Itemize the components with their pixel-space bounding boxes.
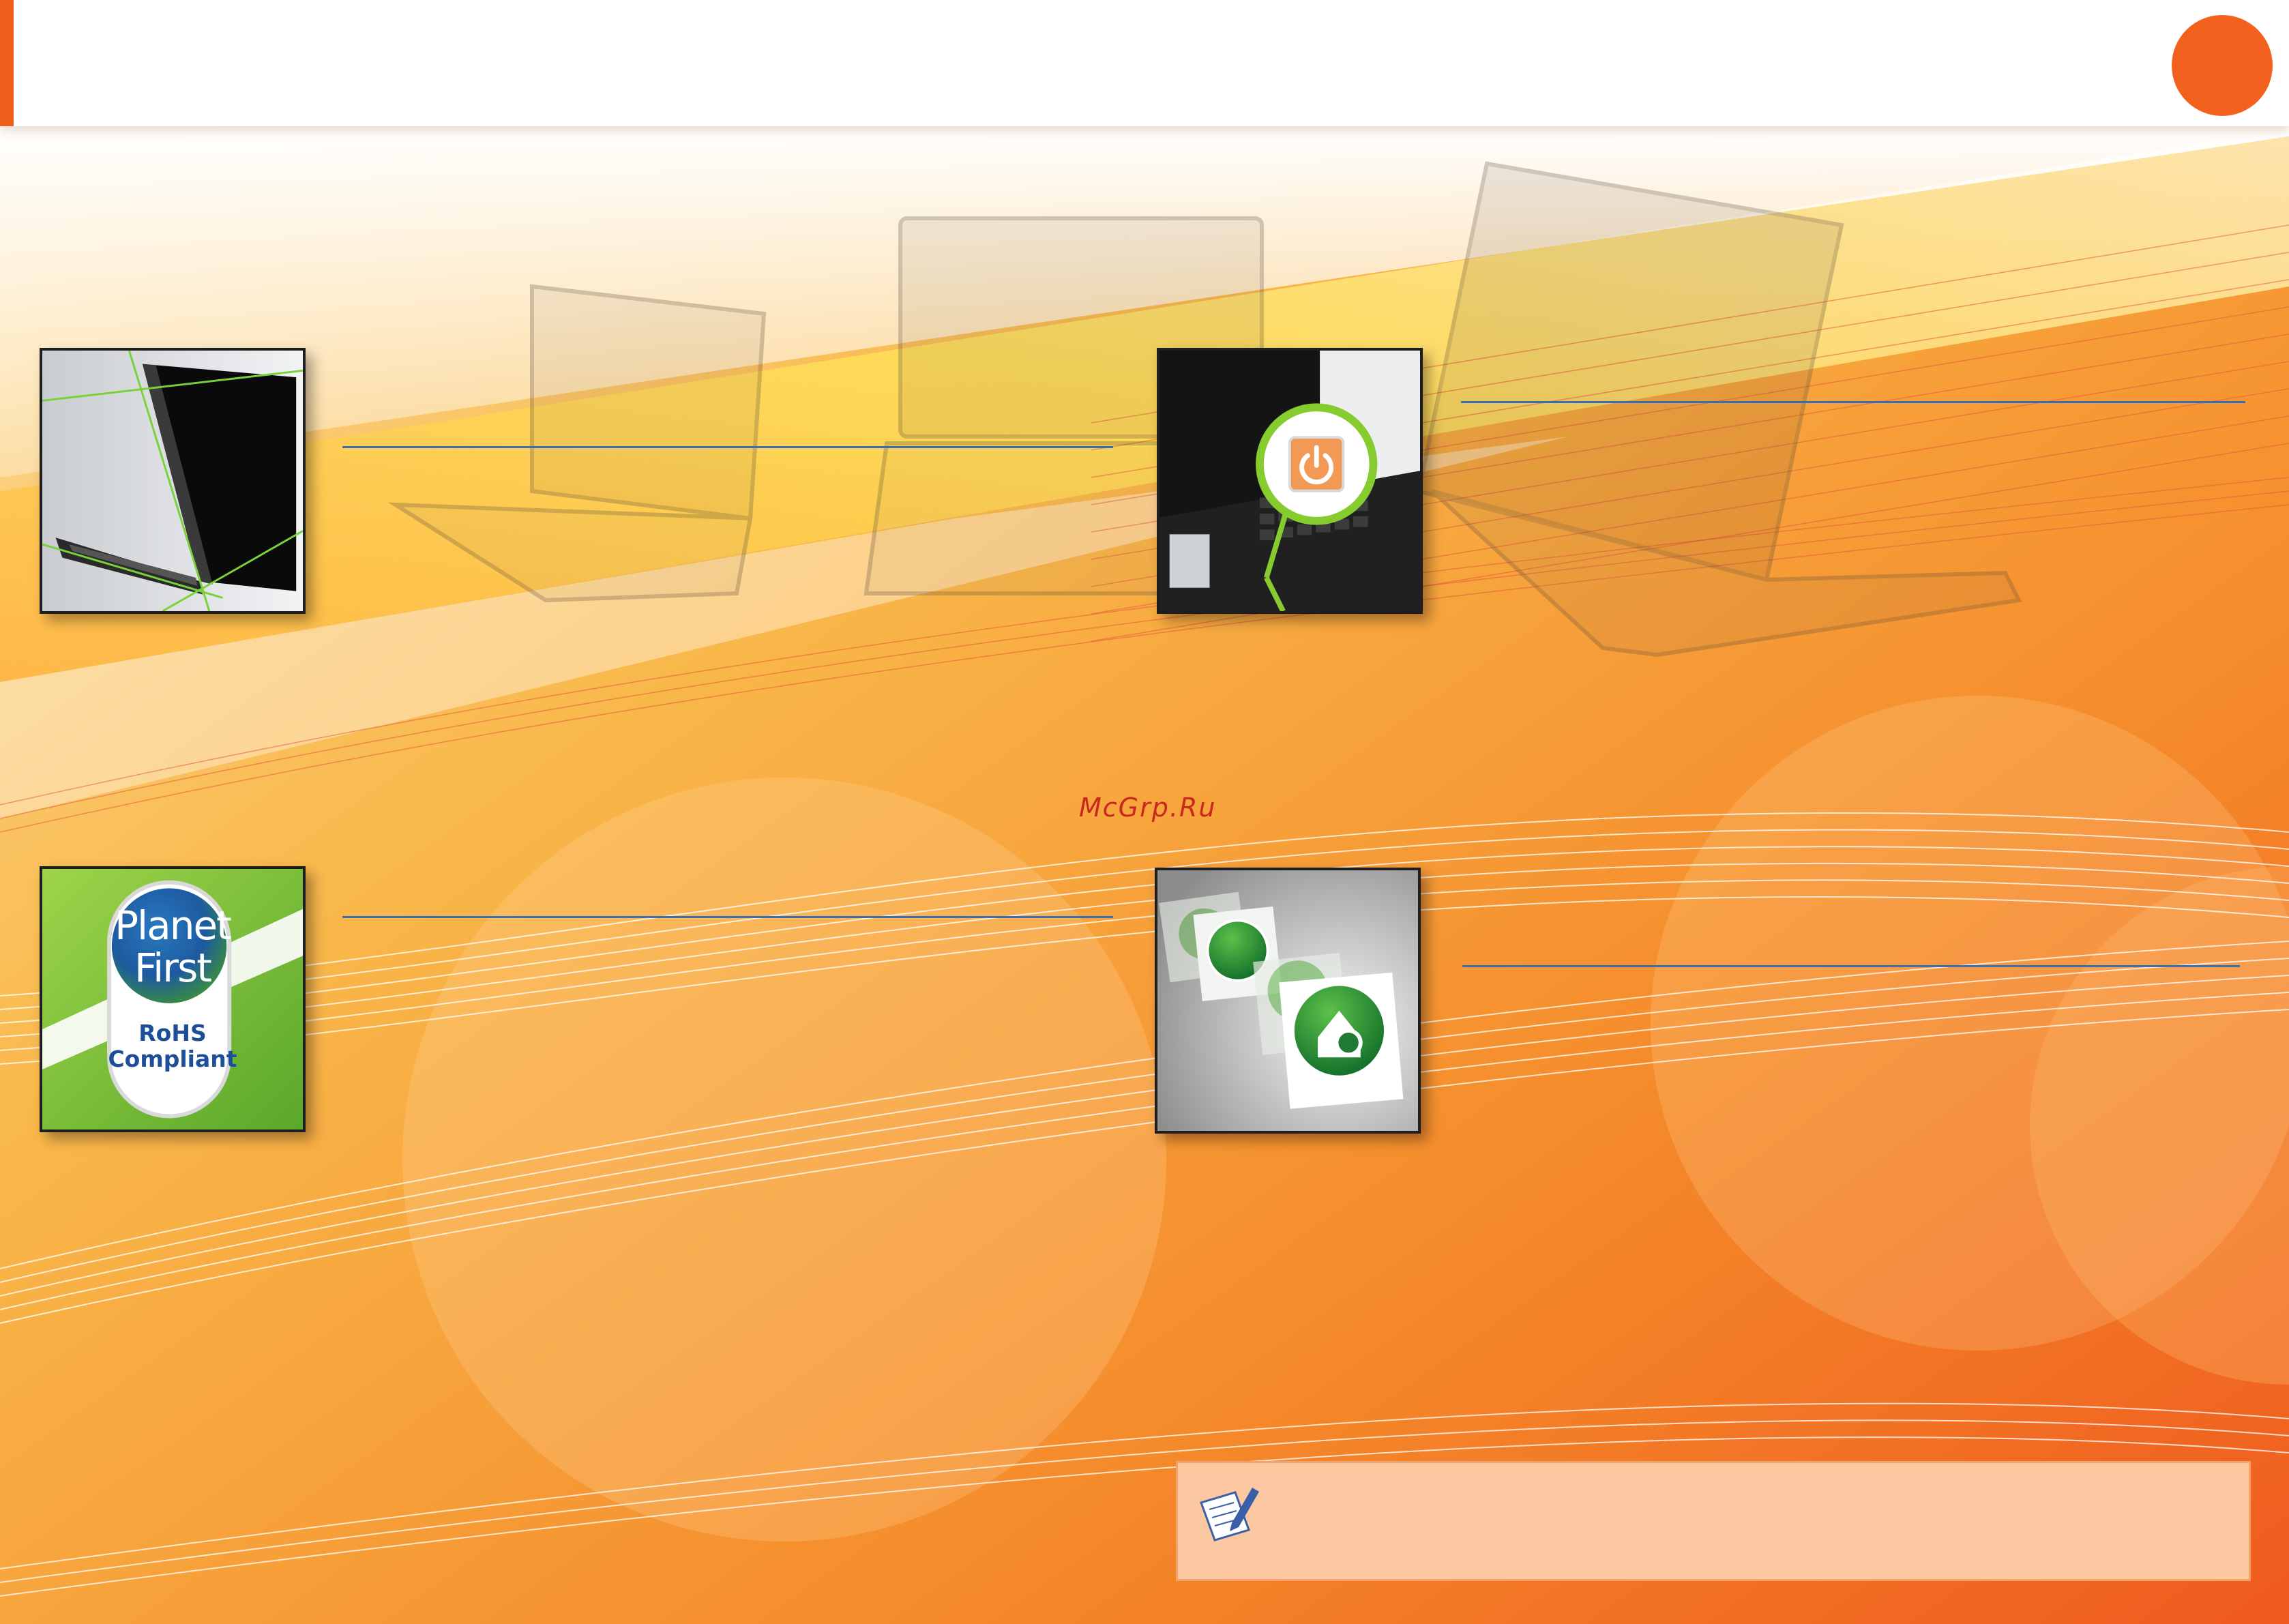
badge-rohs-text: RoHS (138, 1020, 207, 1046)
badge-planet-text: Planet (115, 902, 232, 949)
page-indicator-circle (2172, 15, 2273, 116)
leader-line-3 (342, 916, 1113, 918)
leader-line-4 (1462, 965, 2240, 967)
recovery-thumbnail (1155, 868, 1421, 1134)
watermark-text: McGrp.Ru (1079, 793, 1217, 823)
slim-design-thumbnail (40, 348, 306, 614)
leader-line-2 (1461, 401, 2245, 403)
recovery-icon (1290, 981, 1388, 1080)
leader-line-1 (342, 446, 1113, 448)
page-header (0, 0, 2289, 126)
badge-compliant-text: Compliant (108, 1046, 237, 1072)
header-accent-bar (0, 0, 14, 126)
badge-first-text: First (134, 945, 212, 991)
eco-thumbnail: Planet First RoHS Compliant (40, 866, 306, 1132)
note-box (1176, 1461, 2251, 1581)
note-pencil-icon (1194, 1482, 1262, 1550)
power-button-thumbnail (1157, 348, 1423, 614)
